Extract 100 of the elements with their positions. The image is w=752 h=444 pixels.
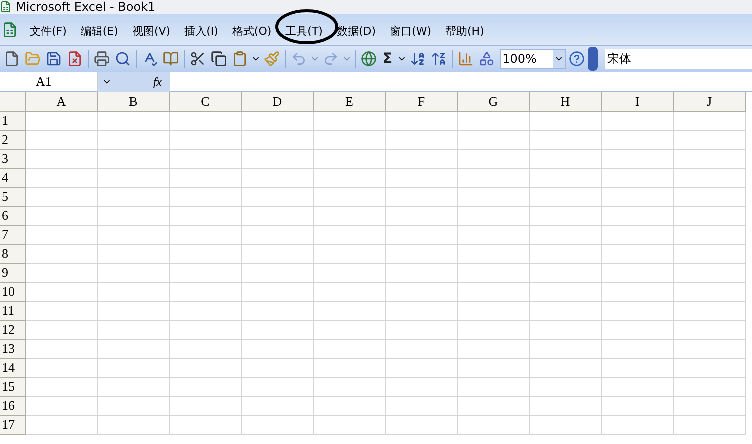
grid-cell[interactable] (386, 207, 458, 226)
font-field[interactable]: 宋体 (604, 49, 752, 69)
grid-cell[interactable] (26, 397, 98, 416)
row-header[interactable]: 17 (0, 416, 26, 435)
column-header[interactable]: G (458, 92, 530, 112)
grid-cell[interactable] (458, 188, 530, 207)
row-header[interactable]: 14 (0, 359, 26, 378)
grid-cell[interactable] (458, 169, 530, 188)
grid-cell[interactable] (26, 302, 98, 321)
row-header[interactable]: 6 (0, 207, 26, 226)
sum-button[interactable]: Σ (380, 48, 396, 70)
excel-icon[interactable] (2, 22, 18, 38)
grid-cell[interactable] (26, 321, 98, 340)
column-header[interactable]: D (242, 92, 314, 112)
grid-cell[interactable] (170, 359, 242, 378)
grid-cell[interactable] (98, 397, 170, 416)
grid-cell[interactable] (674, 321, 746, 340)
grid-cell[interactable] (98, 207, 170, 226)
grid-cell[interactable] (458, 283, 530, 302)
grid-cell[interactable] (674, 264, 746, 283)
grid-cell[interactable] (674, 397, 746, 416)
grid-cell[interactable] (674, 150, 746, 169)
grid-cell[interactable] (386, 131, 458, 150)
grid-cell[interactable] (314, 416, 386, 435)
grid-cell[interactable] (530, 302, 602, 321)
grid-cell[interactable] (26, 112, 98, 131)
grid-cell[interactable] (242, 378, 314, 397)
column-header[interactable]: A (26, 92, 98, 112)
row-header[interactable]: 12 (0, 321, 26, 340)
grid-cell[interactable] (530, 207, 602, 226)
grid-cell[interactable] (242, 226, 314, 245)
grid-cell[interactable] (170, 131, 242, 150)
grid-cell[interactable] (386, 264, 458, 283)
grid-cell[interactable] (170, 378, 242, 397)
grid-cell[interactable] (242, 340, 314, 359)
grid-cell[interactable] (98, 188, 170, 207)
grid-cell[interactable] (530, 378, 602, 397)
grid-cell[interactable] (602, 321, 674, 340)
grid-cell[interactable] (26, 340, 98, 359)
grid-cell[interactable] (458, 416, 530, 435)
grid-cell[interactable] (170, 150, 242, 169)
grid-cell[interactable] (314, 321, 386, 340)
grid-cell[interactable] (674, 302, 746, 321)
grid-cell[interactable] (386, 302, 458, 321)
row-header[interactable]: 1 (0, 112, 26, 131)
grid-cell[interactable] (602, 188, 674, 207)
grid-cell[interactable] (26, 150, 98, 169)
grid-cell[interactable] (98, 264, 170, 283)
row-header[interactable]: 3 (0, 150, 26, 169)
grid-cell[interactable] (674, 207, 746, 226)
grid-cell[interactable] (674, 188, 746, 207)
column-header[interactable]: B (98, 92, 170, 112)
grid-cell[interactable] (98, 112, 170, 131)
grid-cell[interactable] (602, 169, 674, 188)
grid-cell[interactable] (242, 359, 314, 378)
grid-cell[interactable] (674, 169, 746, 188)
grid-cell[interactable] (170, 283, 242, 302)
grid-cell[interactable] (602, 264, 674, 283)
menu-item[interactable]: 数据(D) (336, 24, 376, 38)
grid-cell[interactable] (674, 131, 746, 150)
grid-cell[interactable] (242, 112, 314, 131)
grid-cell[interactable] (602, 245, 674, 264)
grid-cell[interactable] (530, 359, 602, 378)
column-header[interactable]: F (386, 92, 458, 112)
grid-cell[interactable] (242, 207, 314, 226)
menu-item[interactable]: 格式(O) (232, 24, 272, 38)
help-icon[interactable] (566, 49, 587, 69)
grid-cell[interactable] (98, 321, 170, 340)
grid-cell[interactable] (170, 207, 242, 226)
row-header[interactable]: 10 (0, 283, 26, 302)
grid-cell[interactable] (602, 112, 674, 131)
grid-cell[interactable] (170, 416, 242, 435)
grid-cell[interactable] (386, 188, 458, 207)
row-header[interactable]: 7 (0, 226, 26, 245)
grid-cell[interactable] (386, 416, 458, 435)
grid-cell[interactable] (458, 131, 530, 150)
grid-cell[interactable] (98, 150, 170, 169)
grid-cell[interactable] (386, 397, 458, 416)
grid-cell[interactable] (98, 416, 170, 435)
grid-cell[interactable] (458, 226, 530, 245)
grid-cell[interactable] (170, 112, 242, 131)
zoom-combo[interactable]: 100% (500, 49, 566, 69)
grid-cell[interactable] (674, 245, 746, 264)
grid-cell[interactable] (674, 378, 746, 397)
grid-cell[interactable] (98, 378, 170, 397)
grid-cell[interactable] (386, 321, 458, 340)
column-header[interactable]: I (602, 92, 674, 112)
row-header[interactable]: 16 (0, 397, 26, 416)
grid-cell[interactable] (530, 226, 602, 245)
grid-cell[interactable] (602, 416, 674, 435)
grid-cell[interactable] (458, 245, 530, 264)
grid-cell[interactable] (530, 321, 602, 340)
grid-cell[interactable] (26, 188, 98, 207)
grid-cell[interactable] (602, 340, 674, 359)
grid-cell[interactable] (98, 302, 170, 321)
grid-cell[interactable] (458, 207, 530, 226)
grid-cell[interactable] (98, 226, 170, 245)
grid-cell[interactable] (98, 340, 170, 359)
grid-cell[interactable] (242, 283, 314, 302)
grid-cell[interactable] (530, 131, 602, 150)
